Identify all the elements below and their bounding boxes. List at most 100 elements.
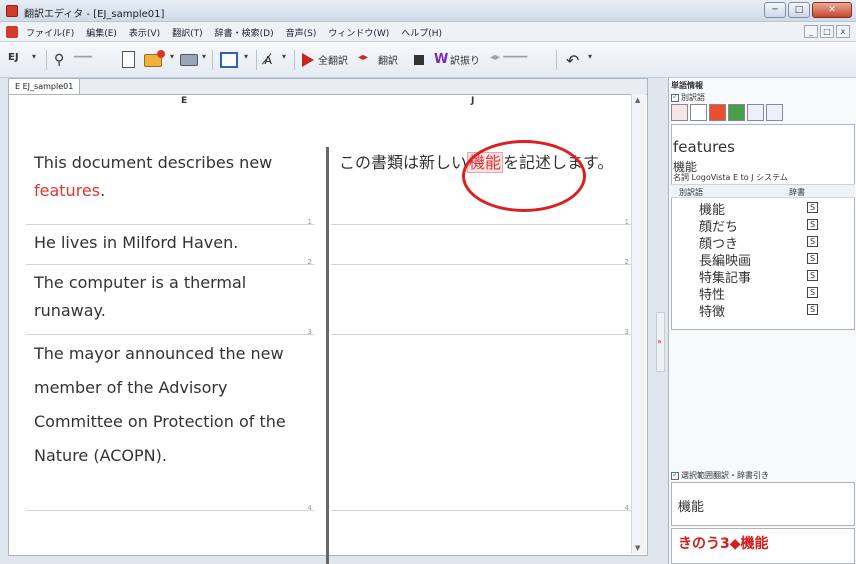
source-word: features [673,138,735,156]
alt-translations-button[interactable]: 訳振り [450,52,480,67]
dictionary-icon: S [807,287,818,298]
dictionary-icon: S [807,202,818,213]
alt-column-label: 別訳語 [679,188,703,197]
chevron-right-icon: » [657,337,662,346]
stop-icon[interactable] [414,55,424,65]
source-pane[interactable]: This document describes new features. 1 … [26,67,314,547]
printer-icon[interactable] [180,54,198,66]
play-icon [302,53,314,67]
menu-window[interactable]: ウィンドウ(W) [328,26,389,39]
chevron-down-icon[interactable]: ▾ [244,52,248,61]
alt-translation-list: 機能 S 顔だち S 顔つき S 長編映画 S 特集記事 S 特性 S 特徴 S [699,199,818,320]
layout-icon[interactable] [220,52,238,68]
menu-view[interactable]: 表示(V) [129,26,160,39]
format-icon[interactable]: ᴀ̸ [264,52,272,68]
link-alt-icon[interactable] [766,104,783,121]
alt-word: 特徴 [699,305,726,320]
segment-4-ja[interactable]: 4 [331,335,631,512]
title-bar: 翻訳エディタ - [EJ_sample01] ─ □ ✕ [0,0,856,22]
dictionary-icon: S [807,253,818,264]
list-item[interactable]: 特徴 S [699,301,818,320]
menu-edit[interactable]: 編集(E) [86,26,117,39]
chevron-down-icon[interactable]: ▾ [32,52,36,61]
menu-help[interactable]: ヘルプ(H) [401,26,442,39]
gray-label: ━━━ [74,52,93,63]
translate-button[interactable]: 翻訳 [378,52,398,67]
dictionary-red-icon[interactable] [709,104,726,121]
segment-4-en[interactable]: The mayor announced the new member of th… [26,335,314,512]
pane-splitter[interactable] [326,147,329,564]
doc-minimize-button[interactable]: _ [804,25,818,38]
menu-sound[interactable]: 音声(S) [286,26,317,39]
list-item[interactable]: 特性 S [699,284,818,303]
word-info-panel: 単語情報 別訳語 features 機能 名詞 LogoVista E to J… [668,78,856,564]
list-item[interactable]: 顔だち S [699,216,818,235]
alt-checkbox-label: 別訳語 [681,93,705,102]
segment-3-ja[interactable]: 3 [331,265,631,336]
close-button[interactable]: ✕ [812,2,852,18]
magnifier-icon[interactable]: ⚲ [54,52,64,68]
list-item[interactable]: 機能 S [699,199,818,218]
annotation-circle [462,140,586,212]
scroll-up-icon[interactable]: ▲ [635,96,640,104]
alt-checkbox-row[interactable]: 別訳語 [671,92,705,103]
open-folder-icon[interactable] [144,50,165,67]
panel-toolbar [671,104,783,121]
dictionary-entry: きのう3◆機能 [678,536,769,552]
disabled-tool: ◂▸ ━━━━ [490,52,528,63]
dictionary-result[interactable]: きのう3◆機能 [671,528,855,564]
translate-all-button[interactable]: 全翻訳 [318,52,348,67]
search-icon[interactable] [690,104,707,121]
word-icon: W [434,52,449,67]
chevron-down-icon[interactable]: ▾ [202,52,206,61]
vertical-scrollbar[interactable]: ▲ ▼ [631,94,646,554]
target-pane[interactable]: この書類は新しい 機能 を記述します。 1 2 3 4 [331,67,631,547]
selection-text: 機能 [678,500,705,515]
chevron-down-icon[interactable]: ▾ [588,52,592,61]
menu-bar: ファイル(F) 編集(E) 表示(V) 翻訳(T) 辞書・検索(D) 音声(S)… [0,22,856,42]
window-title: 翻訳エディタ - [EJ_sample01] [24,9,165,20]
list-item[interactable]: 顔つき S [699,233,818,252]
menu-dictionary[interactable]: 辞書・検索(D) [215,26,274,39]
app-icon [6,5,18,17]
doc-close-button[interactable]: x [836,25,850,38]
panel-toggle-handle[interactable]: » [656,312,665,372]
selection-label-row[interactable]: 選択範囲翻訳・辞書引き [671,470,769,481]
segment-1-en[interactable]: This document describes new features. 1 [26,145,314,226]
panel-title: 単語情報 [671,81,703,90]
doc-restore-button[interactable]: □ [820,25,834,38]
segment-text-part: この書類は新しい [339,153,468,172]
segment-2-ja[interactable]: 2 [331,225,631,266]
segment-text: He lives in Milford Haven. [34,233,239,252]
highlighted-word[interactable]: features [34,181,100,200]
dictionary-icon: S [807,219,818,230]
checkbox[interactable] [671,470,679,480]
link-icon[interactable] [747,104,764,121]
menu-file[interactable]: ファイル(F) [26,26,74,39]
chevron-down-icon[interactable]: ▾ [282,52,286,61]
segment-3-en[interactable]: The computer is a thermal runaway. 3 [26,265,314,336]
selection-box[interactable]: 機能 [671,482,855,526]
segment-2-en[interactable]: He lives in Milford Haven. 2 [26,225,314,266]
dictionary-green-icon[interactable] [728,104,745,121]
minimize-button[interactable]: ─ [764,2,786,18]
maximize-button[interactable]: □ [788,2,810,18]
list-item[interactable]: 特集記事 S [699,267,818,286]
scroll-down-icon[interactable]: ▼ [635,544,640,552]
direction-selector[interactable]: EJ [8,52,19,63]
dictionary-icon: S [807,270,818,281]
list-item[interactable]: 長編映画 S [699,250,818,269]
segment-number: 4 [307,504,312,512]
chevron-down-icon[interactable]: ▾ [170,52,174,61]
alt-list-header: 別訳語 辞書 [671,184,855,198]
dict-column-label: 辞書 [789,188,805,197]
translate-arrow-icon: ◂▸ [358,52,369,63]
word-meta: 名詞 LogoVista E to J システム [673,173,788,182]
segment-text-part: This document describes new [34,153,273,172]
segment-text: The mayor announced the new member of th… [34,344,286,465]
menu-translate[interactable]: 翻訳(T) [172,26,203,39]
new-document-icon[interactable] [122,51,135,68]
checkbox[interactable] [671,92,679,102]
register-icon[interactable] [671,104,688,121]
segment-text: The computer is a thermal runaway. [34,273,247,320]
